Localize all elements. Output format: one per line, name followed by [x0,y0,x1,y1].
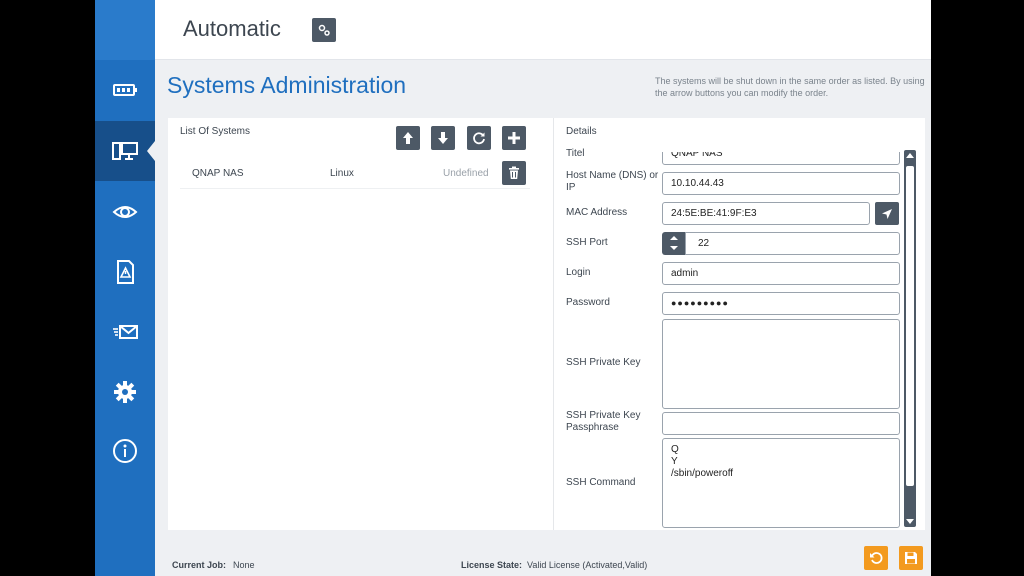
sidebar-item-notifications[interactable] [95,302,155,362]
location-arrow-icon [882,208,892,219]
mode-switch-button[interactable] [312,18,336,42]
locate-mac-button[interactable] [875,202,899,225]
sidebar-header [95,0,155,60]
ssh-port-stepper[interactable] [662,232,686,255]
login-label: Login [566,267,591,278]
floppy-disk-icon [905,552,917,564]
save-button[interactable] [899,546,923,570]
ssh-command-label: SSH Command [566,477,636,488]
delete-system-button[interactable] [502,161,526,185]
trash-icon [509,166,519,179]
gear-icon [114,381,136,403]
mac-label: MAC Address [566,207,628,218]
ssh-key-field[interactable] [662,319,900,409]
sidebar [95,0,155,576]
scroll-down-icon [906,519,914,524]
sidebar-item-info[interactable] [95,421,155,481]
current-job-value: None [233,560,255,570]
ssh-key-label: SSH Private Key [566,357,641,368]
license-value: Valid License (Activated,Valid) [527,560,648,570]
password-label: Password [566,297,610,308]
status-footer: Current Job: None License State: Valid L… [155,540,931,576]
scroll-up-icon [906,153,914,158]
details-scrollbar[interactable] [904,150,916,527]
host-field[interactable]: 10.10.44.43 [662,172,900,195]
mac-field[interactable]: 24:5E:BE:41:9F:E3 [662,202,870,225]
undo-icon [870,552,883,564]
refresh-button[interactable] [467,126,491,150]
list-of-systems-panel: List Of Systems QNAP NAS Linux Undefined [168,118,553,530]
ssh-command-field[interactable]: Q Y /sbin/poweroff [662,438,900,528]
plus-icon [508,132,520,144]
details-panel-title: Details [566,126,597,137]
license-label: License State: [461,560,523,570]
add-system-button[interactable] [502,126,526,150]
current-job-label: Current Job: [172,560,226,570]
page-title: Systems Administration [167,72,407,98]
sidebar-item-systems[interactable] [95,121,155,181]
titel-field[interactable]: QNAP NAS [662,152,900,165]
ssh-passphrase-field[interactable] [662,412,900,435]
top-bar: Automatic [155,0,931,60]
active-indicator [147,141,155,161]
battery-icon [113,84,137,96]
computers-icon [112,142,138,160]
scrollbar-thumb[interactable] [906,166,914,486]
ssh-port-field[interactable]: 22 [685,232,900,255]
system-os: Linux [330,168,354,179]
sidebar-item-monitor[interactable] [95,182,155,242]
system-status: Undefined [443,168,489,179]
host-label: Host Name (DNS) or IP [566,170,659,193]
eye-icon [112,206,138,218]
send-mail-icon [113,325,138,339]
sidebar-item-settings[interactable] [95,362,155,422]
login-field[interactable]: admin [662,262,900,285]
settings-mode-icon [318,24,330,36]
move-down-button[interactable] [431,126,455,150]
password-field[interactable]: ●●●●●●●●● [662,292,900,315]
list-panel-title: List Of Systems [180,126,251,137]
sidebar-item-battery[interactable] [95,60,155,120]
ssh-passphrase-label: SSH Private Key Passphrase [566,410,641,433]
move-up-button[interactable] [396,126,420,150]
titel-label: Titel [566,148,585,158]
order-note: The systems will be shut down in the sam… [655,76,925,98]
ssh-port-label: SSH Port [566,237,608,248]
arrow-down-icon [438,132,448,144]
refresh-icon [473,132,485,145]
info-icon [113,439,137,463]
system-name: QNAP NAS [192,168,244,179]
app-window: Automatic Systems Administration The sys… [95,0,931,576]
sidebar-item-log[interactable] [95,242,155,302]
details-panel: Details Titel QNAP NAS Host Name (DNS) o… [553,118,925,530]
mode-title: Automatic [183,16,281,41]
undo-button[interactable] [864,546,888,570]
table-row[interactable]: QNAP NAS Linux Undefined [180,159,530,189]
arrow-up-icon [403,132,413,144]
warning-document-icon [117,260,134,284]
